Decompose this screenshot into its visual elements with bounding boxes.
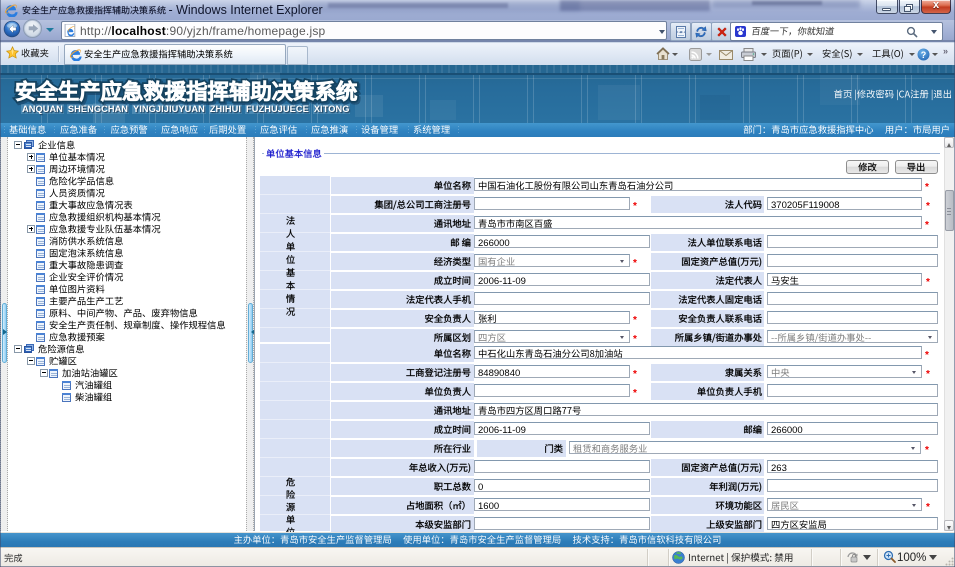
svg-text:?: ? bbox=[921, 50, 927, 60]
